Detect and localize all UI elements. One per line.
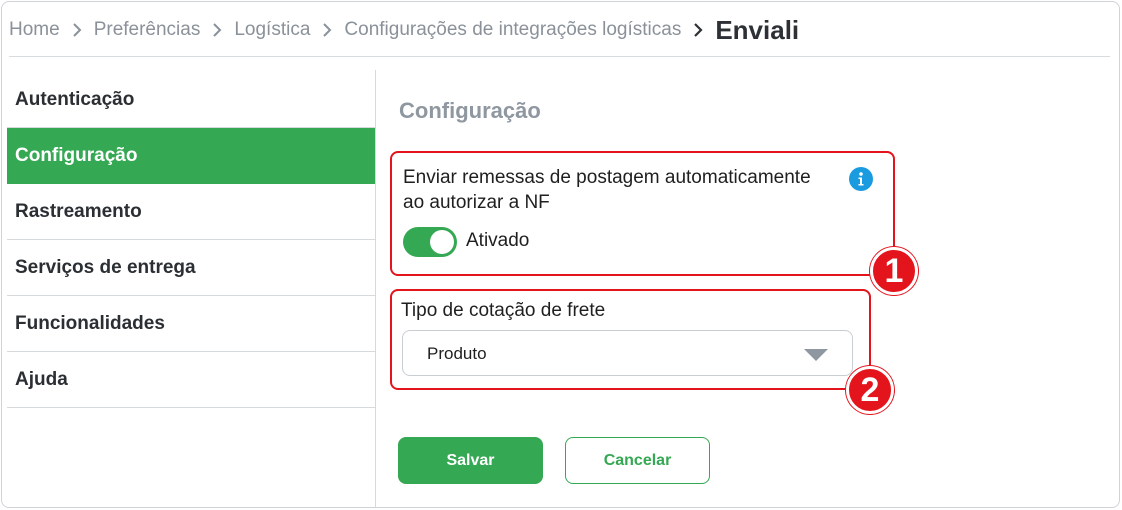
breadcrumb-config-integracoes[interactable]: Configurações de integrações logísticas (344, 19, 681, 41)
chevron-right-icon (310, 20, 344, 40)
select-value: Produto (427, 344, 487, 363)
section-title: Configuração (399, 98, 541, 123)
auto-send-label: Enviar remessas de postagem automaticame… (403, 167, 811, 213)
sidebar-item-label: Rastreamento (15, 200, 142, 222)
toggle-state-label: Ativado (466, 230, 530, 251)
divider (9, 56, 1110, 57)
sidebar: Autenticação Configuração Rastreamento S… (7, 72, 376, 408)
breadcrumb-preferencias[interactable]: Preferências (94, 19, 201, 41)
sidebar-item-rastreamento[interactable]: Rastreamento (7, 184, 376, 240)
chevron-right-icon (200, 20, 234, 40)
step-badge-1: 1 (870, 247, 918, 295)
freight-type-select[interactable]: Produto (402, 330, 853, 376)
sidebar-item-autenticacao[interactable]: Autenticação (7, 72, 376, 128)
sidebar-item-label: Funcionalidades (15, 312, 165, 334)
sidebar-item-ajuda[interactable]: Ajuda (7, 352, 376, 408)
sidebar-item-funcionalidades[interactable]: Funcionalidades (7, 296, 376, 352)
caret-down-icon (804, 348, 828, 366)
breadcrumb-home[interactable]: Home (9, 19, 60, 41)
sidebar-item-servicos-entrega[interactable]: Serviços de entrega (7, 240, 376, 296)
info-icon[interactable] (849, 167, 873, 191)
sidebar-item-label: Autenticação (15, 88, 135, 110)
sidebar-item-configuracao[interactable]: Configuração (7, 128, 376, 184)
breadcrumb-logistica[interactable]: Logística (234, 19, 310, 41)
divider (375, 70, 376, 508)
step-badge-2: 2 (846, 366, 894, 414)
save-button[interactable]: Salvar (398, 437, 543, 484)
chevron-right-icon (60, 20, 94, 40)
page-title: Enviali (715, 14, 800, 45)
chevron-right-icon (681, 20, 715, 40)
auto-send-toggle[interactable] (403, 227, 457, 257)
breadcrumb: Home Preferências Logística Configuraçõe… (9, 14, 799, 46)
cancel-button[interactable]: Cancelar (565, 437, 710, 484)
sidebar-item-label: Configuração (15, 144, 138, 166)
sidebar-item-label: Serviços de entrega (15, 256, 196, 278)
toggle-knob (430, 230, 454, 254)
sidebar-item-label: Ajuda (15, 368, 68, 390)
freight-type-label: Tipo de cotação de frete (401, 300, 606, 321)
